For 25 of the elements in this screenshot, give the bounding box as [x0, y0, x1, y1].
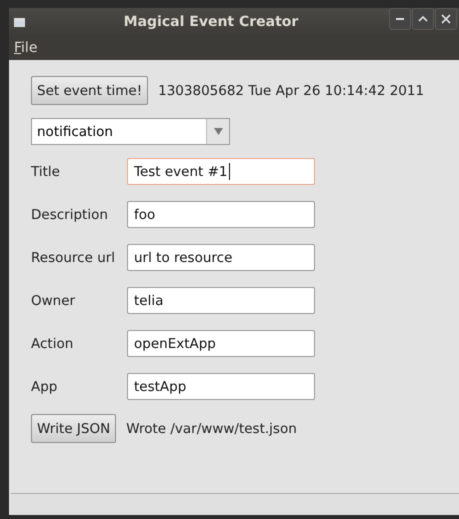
- input-field[interactable]: foo: [127, 201, 315, 228]
- close-icon: [441, 14, 451, 24]
- field-label: Action: [31, 336, 74, 352]
- window-icon: [14, 18, 25, 26]
- input-field[interactable]: testApp: [127, 373, 315, 400]
- menu-item[interactable]: File: [12, 40, 40, 56]
- field-label: Title: [31, 164, 61, 180]
- field-label: Owner: [31, 292, 76, 308]
- input-field[interactable]: telia: [127, 287, 315, 314]
- field-label: Description: [31, 206, 109, 222]
- input-field[interactable]: openExtApp: [127, 330, 315, 357]
- write-json-button[interactable]: Write JSON: [31, 414, 116, 443]
- window-title: Magical Event Creator: [122, 14, 300, 30]
- input-field[interactable]: url to resource: [127, 244, 315, 271]
- close-button[interactable]: [435, 8, 457, 30]
- type-dropdown[interactable]: notification: [31, 118, 230, 145]
- maximize-button[interactable]: [412, 8, 434, 30]
- status-text: Wrote /var/www/test.json: [126, 420, 297, 436]
- input-field[interactable]: Test event #1: [127, 158, 315, 185]
- minimize-button[interactable]: [389, 8, 411, 30]
- field-label: Resource url: [31, 250, 116, 266]
- set-time-button[interactable]: Set event time!: [31, 76, 148, 105]
- event-time-text: 1303805682 Tue Apr 26 10:14:42 2011: [158, 82, 424, 98]
- field-label: App: [31, 378, 58, 394]
- chevron-up-icon: [418, 14, 428, 24]
